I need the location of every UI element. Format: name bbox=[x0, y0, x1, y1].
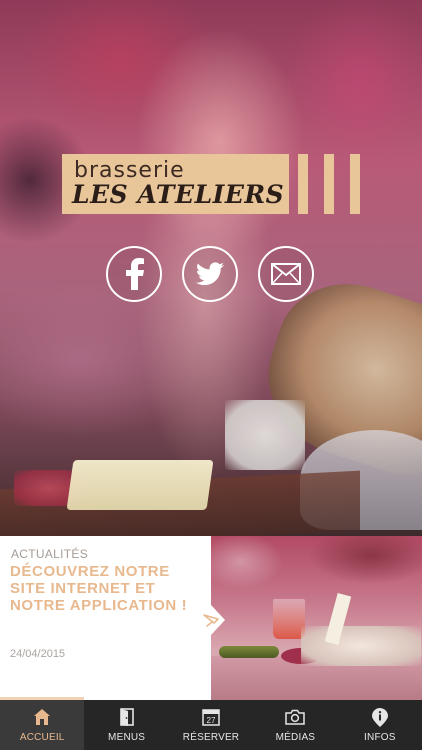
menu-door-icon bbox=[119, 708, 134, 726]
calendar-icon: 27 bbox=[202, 709, 220, 726]
arrow-right-icon[interactable] bbox=[201, 605, 231, 635]
info-icon bbox=[371, 708, 388, 727]
tab-bar: ACCUEIL MENUS 27 RÉSERVER MÉDIAS INFOS bbox=[0, 700, 422, 750]
twitter-button[interactable] bbox=[182, 246, 238, 302]
tab-medias[interactable]: MÉDIAS bbox=[253, 700, 337, 750]
news-photo[interactable] bbox=[211, 536, 422, 700]
tab-reserver[interactable]: 27 RÉSERVER bbox=[169, 700, 253, 750]
news-category: ACTUALITÉS bbox=[11, 547, 89, 561]
mail-button[interactable] bbox=[258, 246, 314, 302]
brand-logo: brasserie LES ATELIERS bbox=[62, 154, 362, 214]
tab-label: RÉSERVER bbox=[182, 732, 240, 743]
cheese-image bbox=[225, 400, 305, 470]
facebook-icon bbox=[126, 258, 144, 290]
tab-label: ACCUEIL bbox=[19, 732, 65, 743]
tab-menus[interactable]: MENUS bbox=[84, 700, 168, 750]
news-title[interactable]: DÉCOUVREZ NOTRE SITE INTERNET ET NOTRE A… bbox=[10, 563, 200, 614]
twitter-icon bbox=[196, 262, 224, 286]
social-buttons bbox=[106, 246, 316, 302]
news-card[interactable]: ACTUALITÉS DÉCOUVREZ NOTRE SITE INTERNET… bbox=[0, 536, 422, 700]
brand-title: LES ATELIERS bbox=[72, 180, 285, 209]
home-icon bbox=[34, 709, 51, 725]
cheese-slice-image bbox=[66, 460, 214, 510]
mail-icon bbox=[271, 263, 301, 285]
calendar-day: 27 bbox=[207, 716, 216, 725]
camera-icon bbox=[285, 709, 306, 725]
news-text-panel[interactable]: ACTUALITÉS DÉCOUVREZ NOTRE SITE INTERNET… bbox=[0, 536, 211, 700]
news-date: 24/04/2015 bbox=[10, 648, 66, 660]
tab-infos[interactable]: INFOS bbox=[338, 700, 422, 750]
tab-accueil[interactable]: ACCUEIL bbox=[0, 700, 85, 750]
tab-label: MÉDIAS bbox=[275, 732, 316, 743]
tab-label: MENUS bbox=[108, 732, 146, 743]
facebook-button[interactable] bbox=[106, 246, 162, 302]
tab-label: INFOS bbox=[364, 732, 396, 743]
